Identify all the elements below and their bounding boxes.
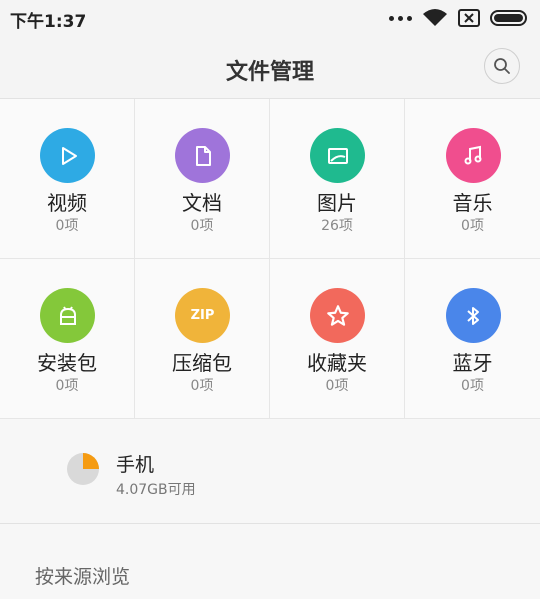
play-icon	[40, 128, 95, 183]
category-image[interactable]: 图片 26项	[270, 99, 405, 259]
category-music[interactable]: 音乐 0项	[405, 99, 540, 259]
document-icon	[175, 128, 230, 183]
category-count: 0项	[190, 378, 214, 394]
category-count: 0项	[325, 378, 349, 394]
zip-icon-text: ZIP	[190, 308, 215, 323]
category-zip[interactable]: ZIP 压缩包 0项	[135, 259, 270, 419]
category-count: 0项	[55, 218, 79, 234]
category-star[interactable]: 收藏夹 0项	[270, 259, 405, 419]
star-icon	[310, 288, 365, 343]
category-label: 视频	[47, 191, 87, 215]
zip-icon: ZIP	[175, 288, 230, 343]
category-label: 收藏夹	[307, 351, 367, 375]
app-header: 文件管理	[0, 36, 540, 99]
search-icon	[494, 58, 510, 74]
wifi-icon	[423, 9, 447, 26]
page-title: 文件管理	[225, 60, 314, 85]
category-grid: 视频 0项 文档 0项 图片 26项 音乐 0项 安装包 0项 ZIP 压缩包 0项 收藏夹 0项 蓝牙 0项	[0, 99, 540, 419]
category-count: 0项	[461, 218, 484, 234]
status-icons	[389, 8, 530, 28]
browse-by-source[interactable]: 按来源浏览	[35, 562, 130, 589]
category-label: 蓝牙	[452, 351, 493, 375]
category-play[interactable]: 视频 0项	[0, 99, 135, 259]
music-icon	[445, 128, 501, 183]
no-sim-icon	[458, 9, 480, 27]
android-icon	[40, 288, 95, 343]
status-bar: 下午1:37	[0, 0, 540, 36]
category-label: 压缩包	[172, 351, 232, 375]
category-label: 音乐	[452, 191, 493, 215]
category-count: 0项	[461, 378, 484, 394]
bluetooth-icon	[445, 288, 501, 343]
category-label: 图片	[317, 191, 357, 215]
more-dots-icon	[389, 15, 412, 21]
image-icon	[310, 128, 365, 183]
status-time: 下午1:37	[10, 12, 87, 32]
category-count: 0项	[190, 218, 214, 234]
category-android[interactable]: 安装包 0项	[0, 259, 135, 419]
storage-pie-icon	[67, 453, 99, 485]
battery-icon	[490, 10, 527, 26]
category-count: 26项	[321, 218, 353, 234]
category-count: 0项	[55, 378, 79, 394]
category-label: 文档	[182, 191, 222, 215]
search-button[interactable]	[484, 48, 520, 84]
category-document[interactable]: 文档 0项	[135, 99, 270, 259]
category-bluetooth[interactable]: 蓝牙 0项	[405, 259, 540, 419]
storage-free-space: 4.07GB可用	[116, 482, 196, 498]
category-label: 安装包	[37, 351, 97, 375]
storage-name: 手机	[116, 454, 155, 476]
